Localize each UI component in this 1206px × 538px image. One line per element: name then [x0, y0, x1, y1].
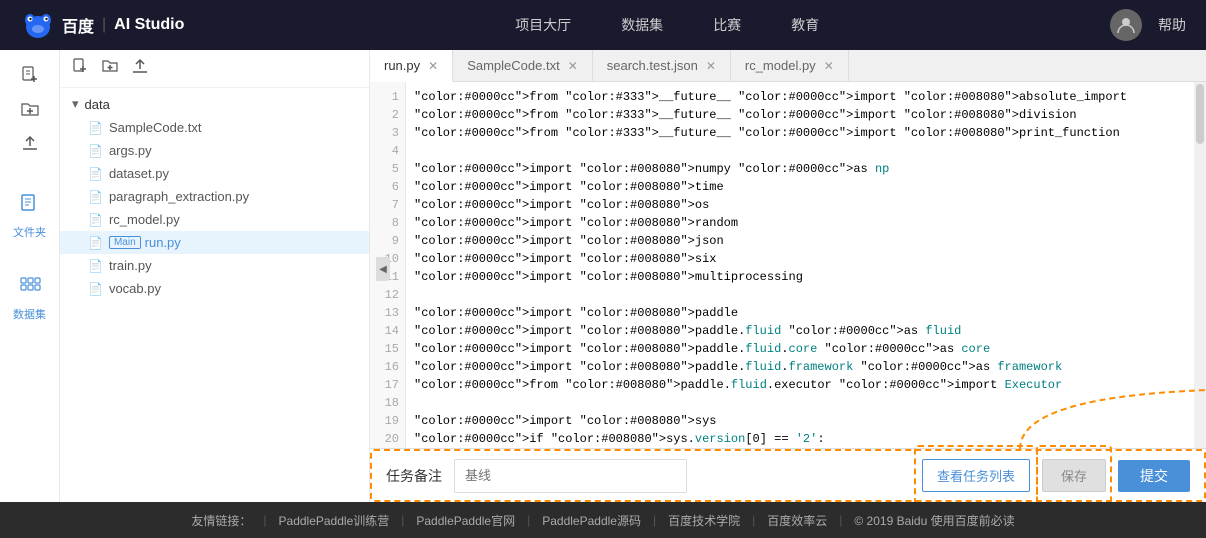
- file-section: 文件夹: [10, 184, 50, 240]
- logo[interactable]: 百度 | AI Studio: [20, 7, 184, 43]
- code-content[interactable]: "color:#0000cc">from "color:#333">__futu…: [406, 82, 1194, 448]
- file-toolbar: [60, 50, 369, 88]
- toolbar-new-file-icon[interactable]: [72, 58, 88, 79]
- save-button[interactable]: 保存: [1042, 459, 1106, 492]
- nav-competition[interactable]: 比赛: [713, 15, 741, 35]
- toolbar-new-folder-icon[interactable]: [102, 58, 118, 79]
- tab-close-icon[interactable]: ✕: [824, 59, 834, 73]
- top-navigation: 百度 | AI Studio 项目大厅 数据集 比赛 教育 帮助: [0, 0, 1206, 50]
- view-tasks-button[interactable]: 查看任务列表: [922, 459, 1030, 492]
- file-name: paragraph_extraction.py: [109, 189, 249, 204]
- file-name: SampleCode.txt: [109, 120, 202, 135]
- file-dataset[interactable]: 📄 dataset.py: [60, 162, 369, 185]
- task-note-label: 任务备注: [386, 466, 442, 486]
- file-icon-py: 📄: [88, 236, 103, 250]
- tab-samplecode[interactable]: SampleCode.txt ✕: [453, 50, 593, 81]
- file-icon-py: 📄: [88, 144, 103, 158]
- chevron-down-icon: ▾: [72, 96, 79, 112]
- dataset-section-label: 数据集: [13, 306, 46, 322]
- new-file-button[interactable]: [10, 60, 50, 90]
- studio-text: AI Studio: [114, 16, 184, 34]
- file-name: run.py: [145, 235, 181, 250]
- nav-projects[interactable]: 项目大厅: [515, 15, 571, 35]
- file-train[interactable]: 📄 train.py: [60, 254, 369, 277]
- panel-collapse-button[interactable]: ◀: [376, 257, 390, 281]
- footer-link-source[interactable]: PaddlePaddle源码: [542, 512, 641, 529]
- file-icon-py: 📄: [88, 213, 103, 227]
- code-editor[interactable]: 123456789101112131415161718192021222324 …: [370, 82, 1206, 448]
- file-section-label: 文件夹: [13, 224, 46, 240]
- main-area: 文件夹 数据集: [0, 50, 1206, 502]
- editor-area: run.py ✕ SampleCode.txt ✕ search.test.js…: [370, 50, 1206, 502]
- footer-link-official[interactable]: PaddlePaddle官网: [416, 512, 515, 529]
- tab-label: run.py: [384, 58, 420, 73]
- tab-label: search.test.json: [607, 58, 698, 73]
- file-name: rc_model.py: [109, 212, 180, 227]
- file-args[interactable]: 📄 args.py: [60, 139, 369, 162]
- dataset-icon[interactable]: [10, 266, 50, 306]
- avatar[interactable]: [1110, 9, 1142, 41]
- dataset-section: 数据集: [10, 266, 50, 322]
- new-folder-button[interactable]: [10, 94, 50, 124]
- nav-datasets[interactable]: 数据集: [621, 15, 663, 35]
- file-icon-py: 📄: [88, 190, 103, 204]
- tab-run-py[interactable]: run.py ✕: [370, 50, 453, 82]
- tab-close-icon[interactable]: ✕: [568, 59, 578, 73]
- file-actions: [10, 60, 50, 158]
- file-name: args.py: [109, 143, 152, 158]
- file-paragraph-extraction[interactable]: 📄 paragraph_extraction.py: [60, 185, 369, 208]
- file-icon[interactable]: [10, 184, 50, 224]
- topnav-right: 帮助: [1110, 9, 1186, 41]
- file-icon-py: 📄: [88, 259, 103, 273]
- sidebar: 文件夹 数据集: [0, 50, 60, 502]
- file-samplecode[interactable]: 📄 SampleCode.txt: [60, 116, 369, 139]
- footer-friendship-label: 友情链接：: [191, 512, 251, 529]
- main-badge: Main: [109, 236, 141, 249]
- bottom-panel: 任务备注 查看任务列表 保存 提交: [370, 448, 1206, 502]
- tab-label: SampleCode.txt: [467, 58, 560, 73]
- scrollbar-thumb[interactable]: [1196, 84, 1204, 144]
- footer-link-academy[interactable]: 百度技术学院: [668, 512, 740, 529]
- footer-copyright: © 2019 Baidu 使用百度前必读: [854, 512, 1014, 529]
- submit-button[interactable]: 提交: [1118, 460, 1190, 492]
- nav-education[interactable]: 教育: [791, 15, 819, 35]
- file-vocab[interactable]: 📄 vocab.py: [60, 277, 369, 300]
- tab-label: rc_model.py: [745, 58, 816, 73]
- tab-rc-model[interactable]: rc_model.py ✕: [731, 50, 849, 81]
- toolbar-upload-icon[interactable]: [132, 58, 148, 79]
- file-icon-py: 📄: [88, 282, 103, 296]
- tab-search-test[interactable]: search.test.json ✕: [593, 50, 731, 81]
- baidu-text: 百度: [62, 13, 94, 37]
- footer: 友情链接： | PaddlePaddle训练营 | PaddlePaddle官网…: [0, 502, 1206, 538]
- upload-button[interactable]: [10, 128, 50, 158]
- tab-bar: run.py ✕ SampleCode.txt ✕ search.test.js…: [370, 50, 1206, 82]
- help-link[interactable]: 帮助: [1158, 15, 1186, 35]
- file-icon-py: 📄: [88, 167, 103, 181]
- folder-name: data: [85, 97, 110, 112]
- file-tree: ▾ data 📄 SampleCode.txt 📄 args.py 📄 data…: [60, 88, 369, 502]
- folder-data[interactable]: ▾ data: [60, 92, 369, 116]
- file-panel: ▾ data 📄 SampleCode.txt 📄 args.py 📄 data…: [60, 50, 370, 502]
- main-navigation: 项目大厅 数据集 比赛 教育: [224, 15, 1110, 35]
- tab-close-icon[interactable]: ✕: [706, 59, 716, 73]
- avatar-icon: [1116, 15, 1136, 35]
- file-name: vocab.py: [109, 281, 161, 296]
- footer-link-cloud[interactable]: 百度效率云: [767, 512, 827, 529]
- file-icon-txt: 📄: [88, 121, 103, 135]
- tab-close-icon[interactable]: ✕: [428, 59, 438, 73]
- baidu-bear-icon: [20, 7, 56, 43]
- scrollbar[interactable]: [1194, 82, 1206, 448]
- file-name: train.py: [109, 258, 152, 273]
- task-note-input[interactable]: [454, 459, 687, 493]
- footer-link-training[interactable]: PaddlePaddle训练营: [279, 512, 390, 529]
- file-name: dataset.py: [109, 166, 169, 181]
- file-run[interactable]: 📄 Main run.py: [60, 231, 369, 254]
- file-rc-model[interactable]: 📄 rc_model.py: [60, 208, 369, 231]
